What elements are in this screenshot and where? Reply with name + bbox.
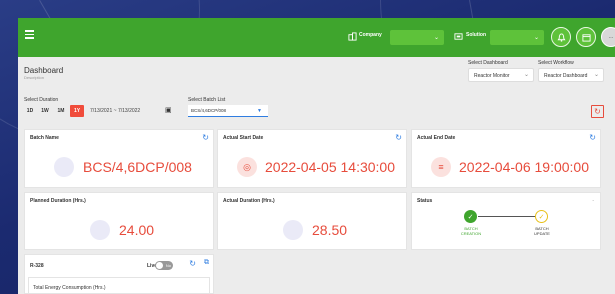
actual-start-title: Actual Start Date — [223, 135, 264, 141]
status-title: Status — [417, 198, 433, 204]
chevron-down-icon: ⌄ — [533, 35, 539, 41]
list-icon: ≡ — [431, 157, 451, 177]
planned-duration-card: Planned Duration (Hrs.) 24.00 — [24, 192, 214, 250]
status-card: Status - — [411, 192, 601, 250]
user-avatar[interactable]: ... — [601, 27, 615, 47]
planned-duration-circle-icon — [90, 220, 110, 240]
dashboard-window: Company ⌄ Solution ⌄ ... Dashboard Descr… — [18, 18, 615, 294]
external-link-icon[interactable]: ⧉ — [204, 259, 209, 267]
select-workflow-dropdown[interactable]: Reactor Dashboard ⌄ — [538, 68, 604, 82]
actual-end-card: Actual End Date ↻ ≡ 2022-04-06 19:00:00 — [411, 129, 601, 188]
top-navbar: Company ⌄ Solution ⌄ ... — [18, 18, 615, 57]
select-workflow-label: Select Workflow — [538, 60, 574, 66]
energy-consumption-panel: Total Energy Consumption (Hrs.) — [28, 277, 210, 294]
refresh-icon: ↻ — [594, 107, 601, 116]
clock-icon: ◎ — [237, 157, 257, 177]
actual-duration-title: Actual Duration (Hrs.) — [223, 198, 275, 204]
solution-select[interactable]: ⌄ — [490, 30, 544, 45]
calendar-icon[interactable]: ▣ — [165, 106, 172, 114]
batch-name-circle-icon — [54, 157, 74, 177]
refresh-icon[interactable]: ↻ — [395, 133, 402, 142]
company-label: Company — [359, 32, 382, 38]
bell-icon — [557, 32, 565, 42]
actual-start-value: 2022-04-05 14:30:00 — [265, 159, 395, 175]
select-dashboard-dropdown[interactable]: Reactor Monitor ⌄ — [468, 68, 534, 82]
refresh-icon[interactable]: ↻ — [589, 133, 596, 142]
energy-consumption-title: Total Energy Consumption (Hrs.) — [33, 285, 106, 291]
refresh-all-button[interactable]: ↻ — [591, 105, 604, 118]
select-workflow-value: Reactor Dashboard — [544, 73, 588, 79]
page-title: Dashboard — [24, 66, 64, 75]
toggle-knob — [156, 262, 163, 269]
duration-1y-button[interactable]: 1Y — [70, 105, 84, 117]
batch-list-value: BCS/4,6DCP/008 — [191, 108, 227, 113]
refresh-icon[interactable]: ↻ — [189, 259, 196, 268]
date-range-input[interactable]: 7/13/2021 ~ 7/13/2022 — [90, 108, 140, 114]
refresh-icon[interactable]: ↻ — [202, 133, 209, 142]
solution-label: Solution — [466, 32, 486, 38]
actual-start-card: Actual Start Date ↻ ◎ 2022-04-05 14:30:0… — [217, 129, 407, 188]
company-icon — [348, 32, 357, 41]
batch-creation-check-icon: ✓ — [464, 210, 477, 223]
planned-duration-title: Planned Duration (Hrs.) — [30, 198, 86, 204]
select-dashboard-value: Reactor Monitor — [474, 73, 510, 79]
live-toggle[interactable]: No — [155, 261, 173, 270]
chevron-down-icon: ⌄ — [593, 72, 599, 78]
batch-update-label: BATCH UPDATE — [534, 226, 550, 236]
duration-1m-button[interactable]: 1M — [54, 105, 68, 117]
actual-end-title: Actual End Date — [417, 135, 456, 141]
collapse-icon[interactable]: - — [592, 198, 594, 204]
batch-list-label: Select Batch List — [188, 97, 226, 103]
batch-list-select[interactable]: BCS/4,6DCP/008 ▼ — [188, 105, 268, 117]
calendar-icon — [581, 33, 591, 42]
batch-name-card: Batch Name ↻ BCS/4,6DCP/008 — [24, 129, 214, 188]
actual-duration-card: Actual Duration (Hrs.) 28.50 — [217, 192, 407, 250]
planned-duration-value: 24.00 — [119, 222, 155, 238]
actual-duration-value: 28.50 — [312, 222, 348, 238]
actual-end-value: 2022-04-06 19:00:00 — [459, 159, 589, 175]
batch-name-value: BCS/4,6DCP/008 — [83, 159, 192, 175]
caret-down-icon: ▼ — [257, 108, 262, 114]
duration-1d-button[interactable]: 1D — [23, 105, 37, 117]
chevron-down-icon: ⌄ — [523, 72, 529, 78]
r328-title: R-328 — [30, 263, 44, 269]
page-description: Description — [24, 75, 45, 80]
duration-label: Select Duration — [24, 97, 59, 103]
actual-duration-circle-icon — [283, 220, 303, 240]
batch-creation-label: BATCH CREATION — [460, 226, 482, 236]
toggle-text: No — [165, 263, 171, 268]
batch-name-title: Batch Name — [30, 135, 59, 141]
company-select[interactable]: ⌄ — [390, 30, 444, 45]
chevron-down-icon: ⌄ — [433, 35, 439, 41]
duration-1w-button[interactable]: 1W — [38, 105, 52, 117]
calendar-button[interactable] — [576, 27, 596, 47]
notification-button[interactable] — [551, 27, 571, 47]
solution-icon — [454, 33, 463, 40]
status-connector — [478, 216, 540, 217]
select-dashboard-label: Select Dashboard — [468, 60, 508, 66]
hamburger-menu-icon[interactable] — [25, 30, 34, 41]
batch-update-check-icon: ✓ — [535, 210, 548, 223]
r328-card: R-328 Live ↻ ⧉ Total Energy Consumption … — [24, 254, 214, 294]
